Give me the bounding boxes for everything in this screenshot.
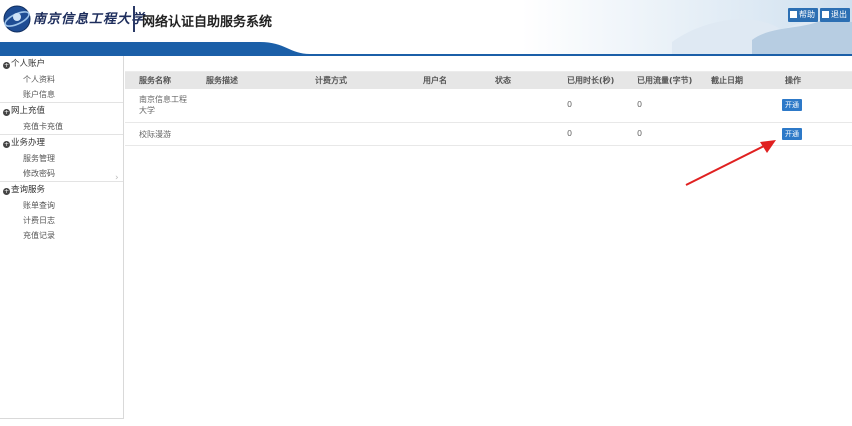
sidebar-item-change-password[interactable]: 修改密码	[0, 166, 123, 181]
column-header-used-traffic: 已用流量(字节)	[637, 76, 693, 85]
table-row: 南京信息工程 大学 0 0 开通	[125, 89, 852, 123]
sidebar-group-header[interactable]: + 查询服务	[0, 182, 123, 198]
sidebar-item-service-management[interactable]: 服务管理	[0, 151, 123, 166]
sidebar-group-query: + 查询服务 账单查询 计费日志 充值记录	[0, 182, 123, 243]
exit-icon	[822, 11, 829, 18]
used-time-cell: 0	[567, 100, 573, 109]
sidebar-item-card-recharge[interactable]: 充值卡充值	[0, 119, 123, 134]
column-header-billing-method: 计费方式	[315, 76, 347, 85]
annotation-arrow-icon	[685, 140, 776, 186]
circle-bullet-icon: +	[3, 109, 10, 116]
sidebar-group-business: + 业务办理 服务管理 修改密码	[0, 135, 123, 182]
services-table: 服务名称 服务描述 计费方式 用户名 状态 已用时长(秒) 已用流量(字节) 截…	[125, 71, 852, 146]
service-name-cell: 南京信息工程	[139, 95, 187, 104]
sidebar-group-header[interactable]: + 网上充值	[0, 103, 123, 119]
column-header-service-name: 服务名称	[139, 76, 171, 85]
sidebar-group-recharge: + 网上充值 充值卡充值	[0, 103, 123, 135]
sidebar-group-header[interactable]: + 个人账户	[0, 56, 123, 72]
service-name-cell-line2: 大学	[139, 106, 155, 115]
open-service-button[interactable]: 开通	[782, 128, 802, 140]
circle-bullet-icon: +	[3, 141, 10, 148]
circle-bullet-icon: +	[3, 188, 10, 195]
help-icon	[790, 11, 797, 18]
system-title: 网络认证自助服务系统	[142, 15, 273, 30]
used-traffic-cell: 0	[637, 129, 643, 138]
help-button[interactable]: 帮助	[788, 8, 818, 22]
sidebar-item-bill-query[interactable]: 账单查询	[0, 198, 123, 213]
open-service-button[interactable]: 开通	[782, 99, 802, 111]
service-name-cell: 校际漫游	[139, 130, 171, 139]
sidebar: + 个人账户 个人资料 账户信息 + 网上充值 充值卡充值 + 业务办理 服务管理 修…	[0, 56, 124, 419]
column-header-username: 用户名	[423, 76, 447, 85]
exit-button[interactable]: 退出	[820, 8, 850, 22]
sidebar-group-title: 网上充值	[11, 106, 46, 116]
circle-bullet-icon: +	[3, 62, 10, 69]
column-header-used-time: 已用时长(秒)	[567, 76, 615, 85]
top-header: 南京信息工程大学 网络认证自助服务系统 帮助 退出	[0, 0, 852, 56]
sidebar-item-billing-log[interactable]: 计费日志	[0, 213, 123, 228]
sidebar-group-header[interactable]: + 业务办理	[0, 135, 123, 151]
sidebar-item-recharge-records[interactable]: 充值记录	[0, 228, 123, 243]
university-emblem-icon	[3, 5, 31, 33]
table-header-row: 服务名称 服务描述 计费方式 用户名 状态 已用时长(秒) 已用流量(字节) 截…	[125, 71, 852, 89]
sidebar-group-title: 查询服务	[11, 185, 46, 195]
chevron-right-icon[interactable]: ›	[115, 173, 119, 183]
sidebar-item-account-info[interactable]: 账户信息	[0, 87, 123, 102]
used-traffic-cell: 0	[637, 100, 643, 109]
sidebar-group-account: + 个人账户 个人资料 账户信息	[0, 56, 123, 103]
used-time-cell: 0	[567, 129, 573, 138]
logo-separator	[133, 6, 135, 32]
sidebar-group-title: 个人账户	[11, 59, 46, 69]
header-blue-band	[0, 42, 852, 56]
help-label: 帮助	[799, 10, 815, 19]
sidebar-group-title: 业务办理	[11, 138, 46, 148]
column-header-service-description: 服务描述	[206, 76, 238, 85]
university-logo-text: 南京信息工程大学	[33, 12, 146, 27]
column-header-status: 状态	[495, 76, 511, 85]
column-header-action: 操作	[785, 76, 801, 85]
sidebar-item-profile[interactable]: 个人资料	[0, 72, 123, 87]
exit-label: 退出	[831, 10, 847, 19]
column-header-expiry-date: 截止日期	[711, 76, 743, 85]
